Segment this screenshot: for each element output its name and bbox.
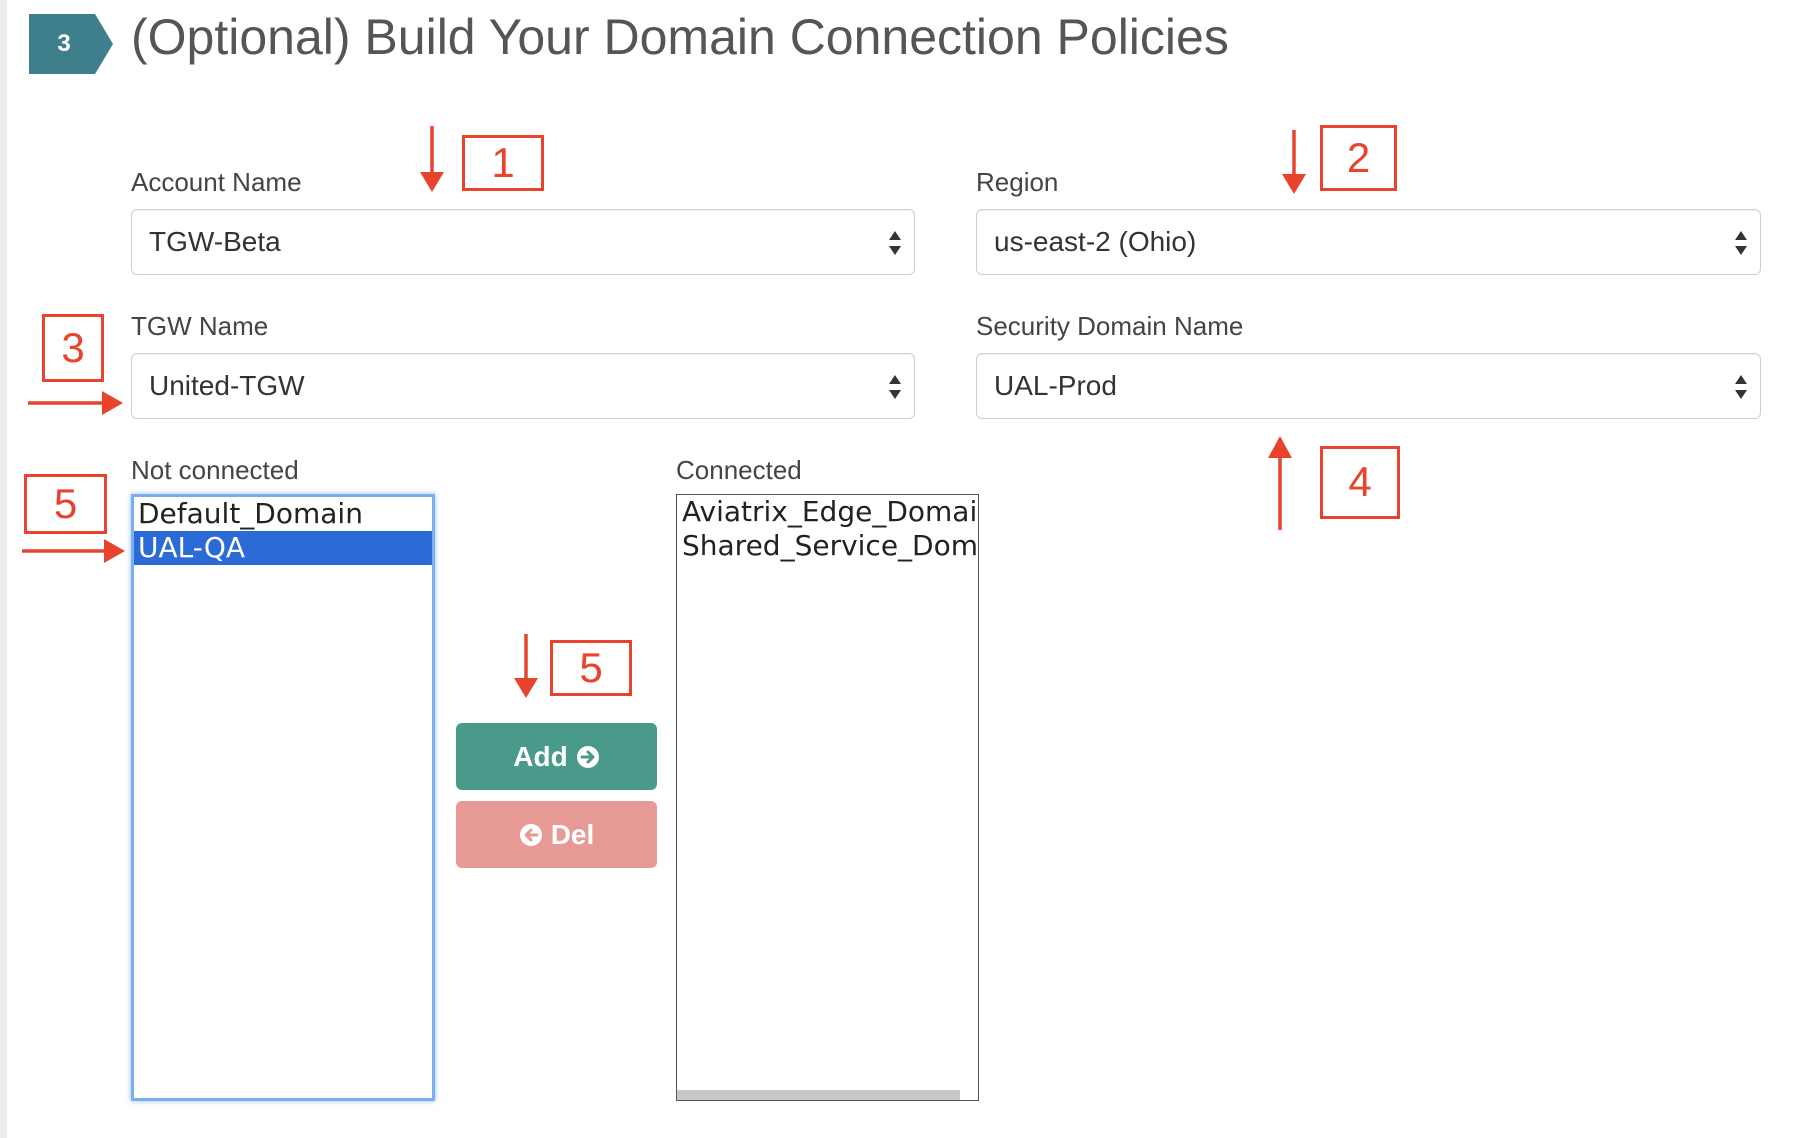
region-label: Region xyxy=(976,167,1059,197)
annotation-5b-box: 5 xyxy=(550,640,632,696)
security-domain-name-label: Security Domain Name xyxy=(976,311,1244,341)
list-item-aviatrix-edge-domain[interactable]: Aviatrix_Edge_Domain xyxy=(677,495,978,529)
list-item-ual-qa[interactable]: UAL-QA xyxy=(134,531,432,565)
list-item-shared-service-domain[interactable]: Shared_Service_Domai xyxy=(677,529,978,563)
add-button-label: Add xyxy=(513,740,568,772)
select-arrows-icon xyxy=(889,375,901,399)
list-item-default-domain[interactable]: Default_Domain xyxy=(134,497,432,531)
annotation-arrow-down-icon xyxy=(1282,130,1306,194)
annotation-arrow-up-icon xyxy=(1268,436,1292,530)
step-number: 3 xyxy=(57,30,71,57)
account-name-value: TGW-Beta xyxy=(149,226,281,257)
left-border xyxy=(0,0,7,1138)
tgw-name-label: TGW Name xyxy=(131,311,269,341)
arrow-circle-right-icon xyxy=(576,745,599,768)
tgw-name-select[interactable]: United-TGW xyxy=(131,353,915,419)
select-arrows-icon xyxy=(1735,375,1747,399)
add-button[interactable]: Add xyxy=(456,723,657,790)
security-domain-name-select[interactable]: UAL-Prod xyxy=(976,353,1761,419)
page-title: (Optional) Build Your Domain Connection … xyxy=(131,9,1229,65)
region-value: us-east-2 (Ohio) xyxy=(994,226,1197,257)
horizontal-scrollbar[interactable] xyxy=(677,1090,960,1100)
account-name-label: Account Name xyxy=(131,167,302,197)
connected-listbox[interactable]: Aviatrix_Edge_Domain Shared_Service_Doma… xyxy=(676,494,979,1101)
not-connected-label: Not connected xyxy=(131,455,299,485)
annotation-arrow-right-icon xyxy=(22,539,125,563)
select-arrows-icon xyxy=(1735,231,1747,255)
del-button-label: Del xyxy=(550,818,595,850)
annotation-1-box: 1 xyxy=(462,135,544,191)
arrow-circle-left-icon xyxy=(519,823,542,846)
region-select[interactable]: us-east-2 (Ohio) xyxy=(976,209,1761,275)
security-domain-name-value: UAL-Prod xyxy=(994,370,1117,401)
select-arrows-icon xyxy=(889,231,901,255)
tgw-name-value: United-TGW xyxy=(149,370,305,401)
not-connected-listbox[interactable]: Default_Domain UAL-QA xyxy=(131,494,435,1101)
connected-label: Connected xyxy=(676,455,802,485)
annotation-arrow-down-icon xyxy=(514,634,538,698)
annotation-2-box: 2 xyxy=(1320,125,1397,191)
step-badge: 3 xyxy=(29,14,113,74)
account-name-select[interactable]: TGW-Beta xyxy=(131,209,915,275)
annotation-4-box: 4 xyxy=(1320,446,1400,519)
annotation-arrow-down-icon xyxy=(420,126,444,192)
del-button[interactable]: Del xyxy=(456,801,657,868)
annotation-5-box: 5 xyxy=(24,474,107,534)
annotation-arrow-right-icon xyxy=(28,391,123,415)
annotation-3-box: 3 xyxy=(42,314,104,382)
